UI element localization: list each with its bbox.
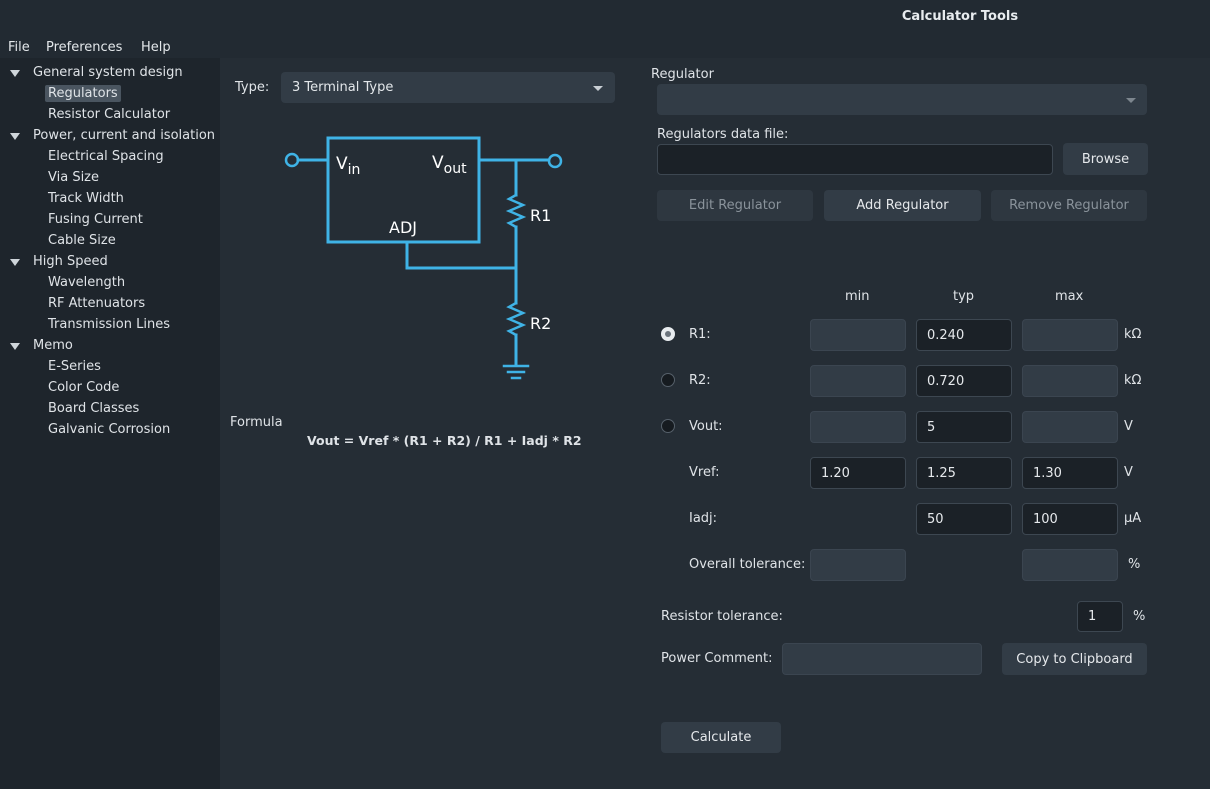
power-comment-input[interactable] (782, 643, 982, 675)
resistor-tolerance-label: Resistor tolerance: (661, 609, 783, 624)
resistor-tolerance-input[interactable]: 1 (1077, 601, 1123, 632)
expand-triangle-icon[interactable] (10, 133, 20, 140)
tree-item-wavelength[interactable]: Wavelength (48, 275, 125, 290)
vout-unit: V (1124, 419, 1133, 434)
tree-item-color-code[interactable]: Color Code (48, 380, 119, 395)
r2-typ-input[interactable]: 0.720 (916, 365, 1012, 397)
r1-unit: kΩ (1124, 327, 1142, 342)
overall-tolerance-label: Overall tolerance: (689, 557, 806, 572)
adj-label: ADJ (389, 218, 417, 237)
sidebar-tree: General system design Regulators Resisto… (0, 58, 220, 789)
column-header-min: min (845, 289, 870, 304)
chevron-down-icon (593, 86, 603, 91)
tree-group-power-current-isolation[interactable]: Power, current and isolation (33, 128, 215, 143)
r1-label: R1 (530, 206, 551, 225)
formula-label: Formula (230, 415, 283, 430)
tree-group-high-speed[interactable]: High Speed (33, 254, 108, 269)
regulator-schematic: Vin Vout ADJ R1 R2 (284, 136, 563, 380)
tree-item-track-width[interactable]: Track Width (48, 191, 124, 206)
tree-item-galvanic-corrosion[interactable]: Galvanic Corrosion (48, 422, 170, 437)
menu-help[interactable]: Help (141, 40, 171, 55)
r1-resistor (505, 193, 527, 229)
add-regulator-button[interactable]: Add Regulator (824, 190, 981, 221)
r1-typ-input[interactable]: 0.240 (916, 319, 1012, 351)
iadj-unit: µA (1124, 511, 1142, 526)
tree-item-board-classes[interactable]: Board Classes (48, 401, 139, 416)
regulators-data-file-label: Regulators data file: (657, 127, 789, 142)
vout-label: Vout (432, 153, 467, 177)
power-comment-label: Power Comment: (661, 651, 773, 666)
menu-preferences[interactable]: Preferences (46, 40, 122, 55)
r2-row-label: R2: (689, 373, 711, 388)
r2-unit: kΩ (1124, 373, 1142, 388)
r2-radio[interactable] (661, 373, 675, 387)
remove-regulator-button[interactable]: Remove Regulator (991, 190, 1147, 221)
r1-min-input[interactable] (810, 319, 906, 351)
iadj-typ-input[interactable]: 50 (916, 503, 1012, 535)
vout-terminal (547, 153, 563, 169)
tree-item-electrical-spacing[interactable]: Electrical Spacing (48, 149, 164, 164)
formula-text: Vout = Vref * (R1 + R2) / R1 + Iadj * R2 (307, 433, 582, 448)
overall-tolerance-max-input[interactable] (1022, 549, 1118, 581)
tree-item-cable-size[interactable]: Cable Size (48, 233, 116, 248)
tree-item-resistor-calculator[interactable]: Resistor Calculator (48, 107, 170, 122)
type-combobox-value: 3 Terminal Type (292, 80, 394, 95)
vref-min-input[interactable]: 1.20 (810, 457, 906, 489)
vref-unit: V (1124, 465, 1133, 480)
iadj-max-input[interactable]: 100 (1022, 503, 1118, 535)
type-combobox[interactable]: 3 Terminal Type (281, 72, 615, 103)
vin-terminal (284, 152, 300, 168)
vref-max-input[interactable]: 1.30 (1022, 457, 1118, 489)
vout-row-label: Vout: (689, 419, 723, 434)
vin-label: Vin (336, 154, 360, 178)
regulator-combobox[interactable] (657, 84, 1147, 115)
calculate-button[interactable]: Calculate (661, 722, 781, 753)
browse-button[interactable]: Browse (1063, 143, 1148, 175)
vout-radio[interactable] (661, 419, 675, 433)
tree-group-general-system-design[interactable]: General system design (33, 65, 183, 80)
r1-radio[interactable] (661, 327, 675, 341)
regulator-label: Regulator (651, 67, 714, 82)
vref-row-label: Vref: (689, 465, 720, 480)
r1-row-label: R1: (689, 327, 711, 342)
regulators-data-file-input[interactable] (657, 144, 1053, 175)
column-header-max: max (1055, 289, 1084, 304)
tree-group-memo[interactable]: Memo (33, 338, 73, 353)
vout-typ-input[interactable]: 5 (916, 411, 1012, 443)
overall-tolerance-unit: % (1128, 557, 1141, 572)
tree-item-transmission-lines[interactable]: Transmission Lines (48, 317, 170, 332)
vout-min-input[interactable] (810, 411, 906, 443)
column-header-typ: typ (953, 289, 975, 304)
expand-triangle-icon[interactable] (10, 343, 20, 350)
expand-triangle-icon[interactable] (10, 259, 20, 266)
type-label: Type: (235, 80, 270, 95)
edit-regulator-button[interactable]: Edit Regulator (657, 190, 813, 221)
iadj-row-label: Iadj: (689, 511, 718, 526)
vref-typ-input[interactable]: 1.25 (916, 457, 1012, 489)
tree-item-regulators[interactable]: Regulators (45, 85, 121, 102)
tree-item-via-size[interactable]: Via Size (48, 170, 99, 185)
r2-resistor (505, 301, 527, 337)
resistor-tolerance-unit: % (1133, 609, 1146, 624)
r1-max-input[interactable] (1022, 319, 1118, 351)
window-title: Calculator Tools (901, 9, 1019, 24)
overall-tolerance-min-input[interactable] (810, 549, 906, 581)
copy-to-clipboard-button[interactable]: Copy to Clipboard (1002, 643, 1147, 675)
vout-max-input[interactable] (1022, 411, 1118, 443)
expand-triangle-icon[interactable] (10, 70, 20, 77)
tree-item-rf-attenuators[interactable]: RF Attenuators (48, 296, 145, 311)
tree-item-e-series[interactable]: E-Series (48, 359, 101, 374)
r2-min-input[interactable] (810, 365, 906, 397)
r2-max-input[interactable] (1022, 365, 1118, 397)
tree-item-fusing-current[interactable]: Fusing Current (48, 212, 143, 227)
menu-file[interactable]: File (8, 40, 30, 55)
r2-label: R2 (530, 314, 551, 333)
chevron-down-icon (1126, 98, 1136, 103)
